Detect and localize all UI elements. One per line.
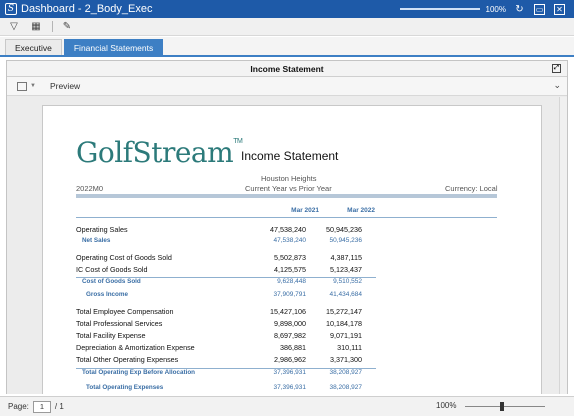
entity-name: Houston Heights [261,174,317,183]
table-row: Depreciation & Amortization Expense 386,8… [76,343,376,354]
status-bar: Page: 1 / 1 100% [0,396,574,416]
row-value-mar-2021: 37,396,931 [273,369,306,376]
row-value-mar-2021: 8,697,982 [274,331,306,340]
pencil-icon[interactable]: ✎ [61,21,73,32]
table-row: IC Cost of Goods Sold 4,125,575 5,123,437 [76,265,376,276]
row-label: Operating Sales [76,225,128,234]
row-value-mar-2021: 5,502,873 [274,253,306,262]
row-value-mar-2021: 15,427,106 [270,307,306,316]
row-value-mar-2022: 15,272,147 [326,307,362,316]
row-label: Gross Income [86,291,128,298]
zoom-slider[interactable] [465,406,545,407]
page-total: / 1 [54,402,64,411]
dashboard-tabs: Executive Financial Statements [0,37,574,57]
row-value-mar-2022: 3,371,300 [330,355,362,364]
report-viewer[interactable]: GolfStreamTM Income Statement Houston He… [7,97,567,394]
caret-down-icon[interactable]: ▼ [30,83,36,89]
filter-icon[interactable]: ▽ [8,21,20,32]
row-label: Total Operating Expenses [86,384,164,391]
window-title: Dashboard - 2_Body_Exec [21,3,153,15]
row-value-mar-2021: 37,396,931 [273,384,306,391]
window-zoom-label: 100% [485,4,506,14]
table-row: Total Employee Compensation 15,427,106 15,… [76,307,376,318]
close-icon[interactable]: ✕ [554,3,565,15]
row-value-mar-2022: 38,208,927 [329,384,362,391]
row-label: Total Other Operating Expenses [76,355,179,364]
refresh-icon[interactable]: ↻ [514,4,525,15]
report-view-icon[interactable] [17,81,27,91]
row-value-mar-2022: 9,510,552 [333,278,362,285]
row-label: Operating Cost of Goods Sold [76,253,172,262]
zoom-label: 100% [436,401,457,410]
app-logo-icon: S [5,3,17,15]
column-header-mar-2021: Mar 2021 [291,207,319,214]
row-value-mar-2022: 4,387,115 [330,253,362,262]
header-divider [76,194,497,198]
preview-label: Preview [49,81,81,91]
table-row: Gross Income 37,909,791 41,434,684 [76,291,376,302]
row-value-mar-2022: 5,123,437 [330,265,362,274]
currency-label: Currency: Local [445,184,498,193]
column-header-mar-2022: Mar 2022 [347,207,375,214]
row-value-mar-2021: 47,538,240 [273,237,306,244]
row-label: Depreciation & Amortization Expense [76,343,195,352]
row-value-mar-2022: 9,071,191 [330,331,362,340]
panel-header: Income Statement ⤢ [7,61,567,77]
report-panel: Income Statement ⤢ ▼ Preview ⌄ GolfStrea… [6,60,568,394]
row-value-mar-2022: 50,945,236 [329,237,362,244]
restore-icon[interactable]: ▭ [534,3,545,15]
grid-icon[interactable]: ▦ [30,21,42,32]
row-value-mar-2021: 9,898,000 [274,319,306,328]
row-value-mar-2022: 310,111 [337,343,362,352]
row-value-mar-2021: 2,986,962 [274,355,306,364]
preview-bar: ▼ Preview ⌄ [7,77,567,96]
report-page: GolfStreamTM Income Statement Houston He… [42,105,542,394]
table-row: Cost of Goods Sold 9,628,448 9,510,552 [76,277,376,288]
table-row: Operating Cost of Goods Sold 5,502,873 4,3… [76,253,376,264]
tab-financial-statements[interactable]: Financial Statements [63,39,164,55]
page-label: Page: [8,402,29,411]
zoom-slider-thumb[interactable] [500,402,504,411]
page-number-input[interactable]: 1 [32,400,51,413]
comparison-label: Current Year vs Prior Year [245,184,332,193]
row-label: Total Facility Expense [76,331,146,340]
column-header-divider [76,217,497,218]
report-title: Income Statement [241,149,339,163]
scenario-label: 2022M0 [76,184,104,193]
row-label: Total Employee Compensation [76,307,174,316]
table-row: Total Operating Expenses 37,396,931 38,208… [76,384,376,394]
row-value-mar-2022: 10,184,178 [326,319,362,328]
chevron-down-icon[interactable]: ⌄ [553,80,561,91]
row-value-mar-2022: 38,208,927 [329,369,362,376]
table-row: Operating Sales 47,538,240 50,945,236 [76,225,376,236]
window-zoom-slider[interactable] [399,8,480,10]
toolbar-divider [52,21,53,32]
table-row: Net Sales 47,538,240 50,945,236 [76,237,376,248]
tab-executive[interactable]: Executive [5,39,62,55]
row-label: Cost of Goods Sold [82,278,141,285]
row-value-mar-2021: 9,628,448 [277,278,306,285]
main-toolbar: ▽ ▦ ✎ [0,18,574,36]
row-value-mar-2021: 47,538,240 [270,225,306,234]
window-titlebar: S Dashboard - 2_Body_Exec 100% ↻ ▭ ✕ [0,0,574,18]
vertical-scrollbar[interactable] [559,97,567,394]
row-value-mar-2021: 37,909,791 [273,291,306,298]
row-label: Total Professional Services [76,319,163,328]
table-row: Total Professional Services 9,898,000 10,1… [76,319,376,330]
row-value-mar-2022: 41,434,684 [329,291,362,298]
table-row: Total Operating Exp Before Allocation 37,… [76,368,376,379]
row-label: Net Sales [82,237,111,244]
row-label: Total Operating Exp Before Allocation [82,369,196,376]
row-value-mar-2022: 50,945,236 [326,225,362,234]
table-row: Total Other Operating Expenses 2,986,962 3… [76,355,376,366]
panel-title: Income Statement [250,64,324,74]
table-row: Total Facility Expense 8,697,982 9,071,191 [76,331,376,342]
row-label: IC Cost of Goods Sold [76,265,148,274]
row-value-mar-2021: 4,125,575 [274,265,306,274]
row-value-mar-2021: 386,881 [280,343,306,352]
expand-icon[interactable]: ⤢ [552,64,561,73]
golfstream-logo: GolfStreamTM [76,136,243,169]
